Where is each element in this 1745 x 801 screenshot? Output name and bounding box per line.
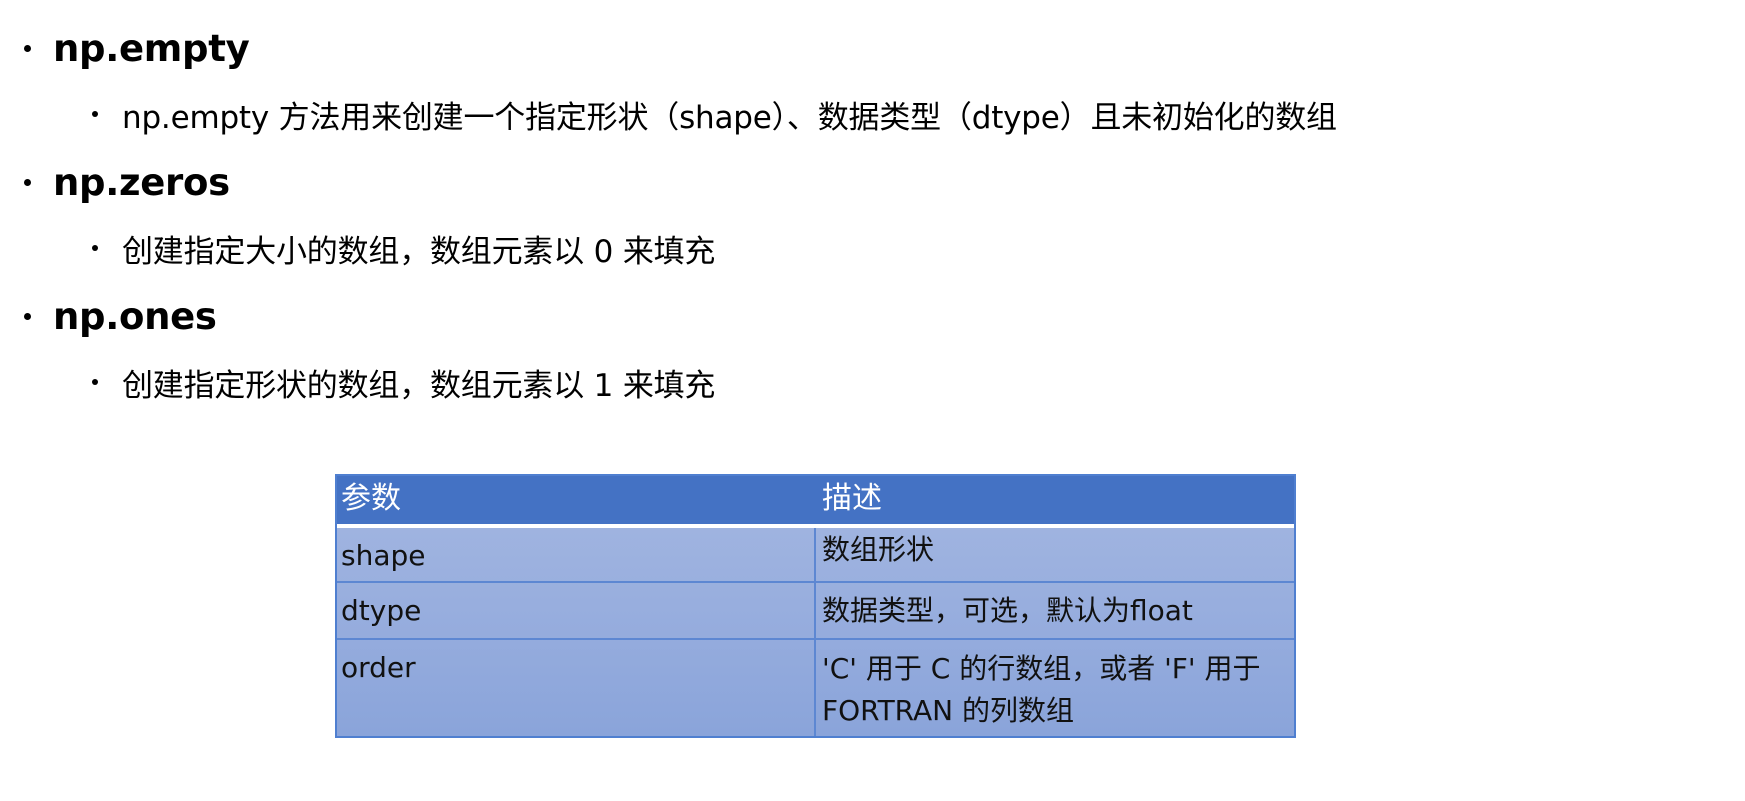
table-row: order 'C' 用于 C 的行数组，或者 'F' 用于 FORTRAN 的列… bbox=[337, 638, 1294, 736]
header-description: 描述 bbox=[822, 481, 882, 516]
sub-bullet-np-ones: 创建指定形状的数组，数组元素以 1 来填充 bbox=[92, 358, 715, 406]
sub-bullet-dot bbox=[92, 245, 98, 251]
sub-bullet-text: np.empty 方法用来创建一个指定形状（shape）、数据类型（dtype）… bbox=[122, 99, 1337, 136]
description-cell: 数组形状 bbox=[822, 533, 935, 566]
param-cell: dtype bbox=[337, 583, 816, 638]
param-cell: shape bbox=[337, 528, 816, 581]
header-param: 参数 bbox=[337, 476, 816, 524]
table-row: dtype 数据类型，可选，默认为float bbox=[337, 581, 1294, 638]
sub-bullet-np-zeros: 创建指定大小的数组，数组元素以 0 来填充 bbox=[92, 224, 715, 272]
bullet-dot bbox=[24, 44, 31, 52]
parameters-table: 参数 描述 shape 数组形状 dtype 数据类型，可选，默认为float … bbox=[335, 474, 1296, 738]
sub-bullet-dot bbox=[92, 379, 98, 385]
bullet-dot bbox=[24, 178, 31, 186]
bullet-np-zeros: np.zeros bbox=[24, 156, 230, 208]
sub-bullet-dot bbox=[92, 111, 98, 117]
table-header-row: 参数 描述 bbox=[337, 476, 1294, 526]
bullet-dot bbox=[24, 312, 31, 320]
bullet-title: np.ones bbox=[53, 294, 217, 338]
bullet-np-empty: np.empty bbox=[24, 22, 250, 74]
sub-bullet-text: 创建指定大小的数组，数组元素以 0 来填充 bbox=[122, 233, 716, 270]
sub-bullet-text: 创建指定形状的数组，数组元素以 1 来填充 bbox=[122, 367, 716, 404]
table-row: shape 数组形状 bbox=[337, 526, 1294, 581]
bullet-title: np.zeros bbox=[53, 160, 230, 204]
bullet-title: np.empty bbox=[53, 26, 250, 70]
sub-bullet-np-empty: np.empty 方法用来创建一个指定形状（shape）、数据类型（dtype）… bbox=[92, 90, 1337, 138]
description-cell: 数据类型，可选，默认为float bbox=[822, 594, 1193, 627]
description-cell: 'C' 用于 C 的行数组，或者 'F' 用于 FORTRAN 的列数组 bbox=[822, 652, 1261, 727]
param-cell: order bbox=[337, 640, 816, 736]
bullet-np-ones: np.ones bbox=[24, 290, 217, 342]
